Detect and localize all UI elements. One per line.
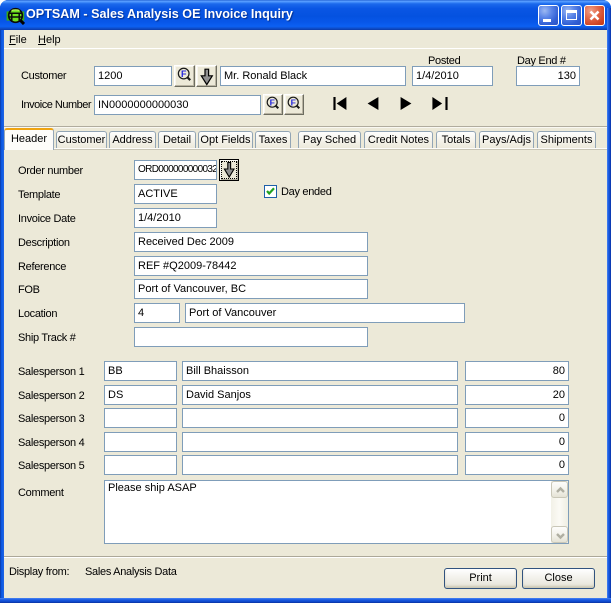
svg-text:F: F: [291, 97, 296, 107]
svg-text:F: F: [270, 97, 275, 107]
svg-text:F: F: [181, 69, 187, 79]
